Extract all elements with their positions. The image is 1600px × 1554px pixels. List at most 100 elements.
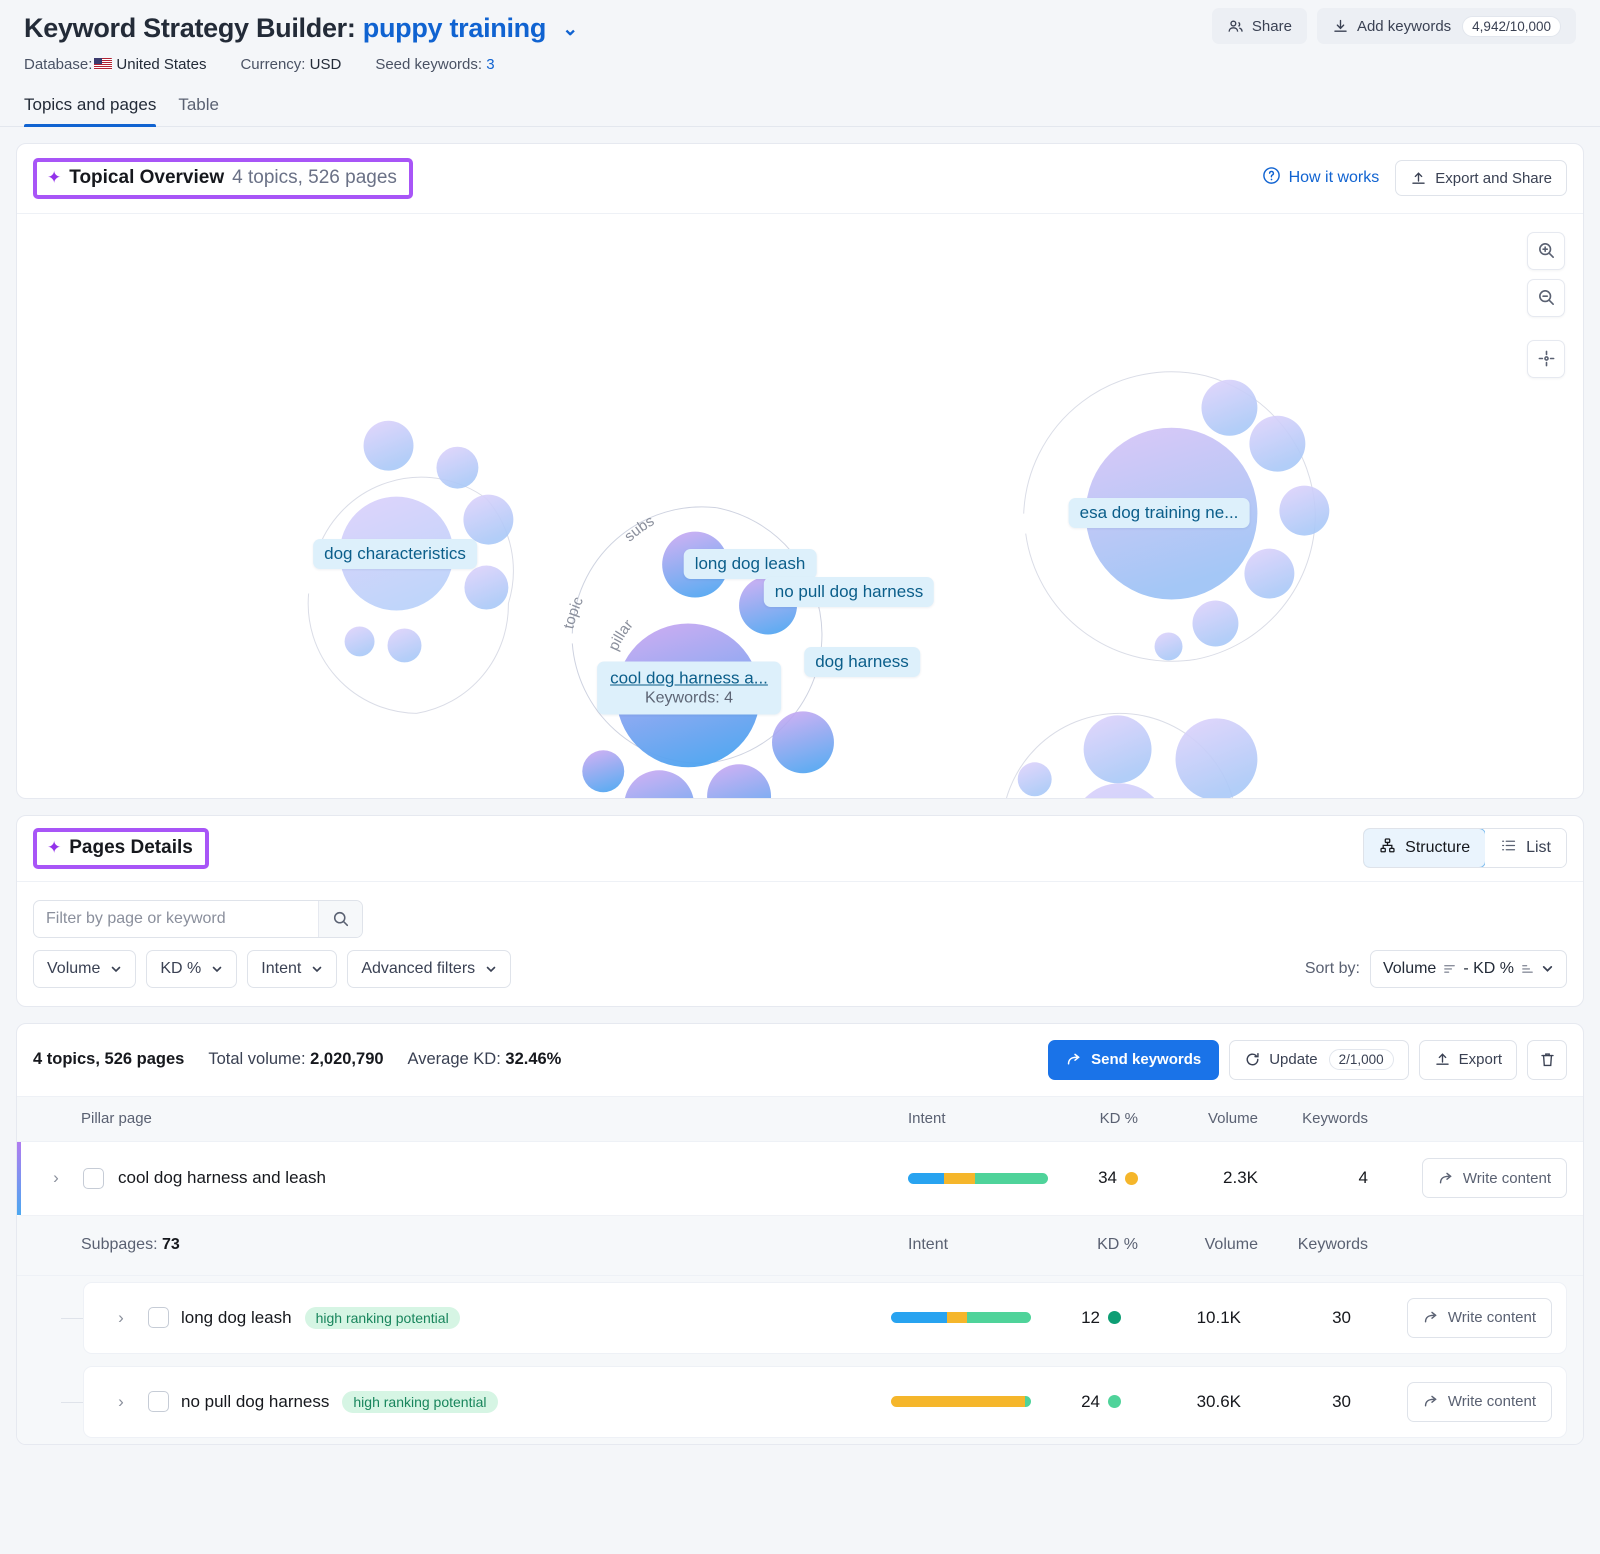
share-button[interactable]: Share	[1211, 8, 1307, 44]
filter-kd-label: KD %	[160, 959, 202, 977]
kd-status-dot	[1108, 1395, 1121, 1409]
row-checkbox[interactable]	[83, 1167, 104, 1189]
row-kd-value: 12	[1081, 1307, 1100, 1327]
send-keywords-button[interactable]: Send keywords	[1048, 1039, 1220, 1080]
graph-node-label-cool-dog-harness-and-leash[interactable]: cool dog harness a... Keywords: 4	[597, 661, 781, 715]
view-list-button[interactable]: List	[1485, 829, 1566, 868]
write-content-label: Write content	[1447, 1393, 1536, 1411]
row-volume: 30.6K	[1196, 1391, 1241, 1411]
expand-chevron-icon[interactable]: ›	[108, 1392, 134, 1412]
share-arrow-icon	[1424, 1311, 1437, 1323]
graph-node-label-esa-dog-training[interactable]: esa dog training ne...	[1068, 497, 1250, 528]
question-circle-icon	[1262, 166, 1281, 190]
intent-segment-transactional	[1025, 1396, 1031, 1408]
intent-segment-commercial	[944, 1172, 976, 1184]
delete-button[interactable]	[1527, 1039, 1567, 1080]
table-row[interactable]: › cool dog harness and leash 34 2.3K 4 W…	[17, 1141, 1583, 1216]
column-pillar-page: Pillar page	[81, 1110, 152, 1128]
seed-keywords-value[interactable]: 3	[486, 56, 494, 73]
expand-chevron-icon[interactable]: ›	[108, 1308, 134, 1328]
search-input[interactable]	[34, 900, 318, 937]
tab-topics-and-pages[interactable]: Topics and pages	[24, 95, 157, 127]
refresh-icon	[1246, 1053, 1259, 1066]
expand-chevron-icon[interactable]: ›	[43, 1168, 69, 1188]
subpages-count: 73	[161, 1236, 180, 1254]
filter-kd[interactable]: KD %	[146, 949, 238, 988]
filter-volume[interactable]: Volume	[33, 949, 137, 988]
graph-node-label-no-pull-dog-harness[interactable]: no pull dog harness	[763, 576, 935, 607]
row-name-label: no pull dog harness	[181, 1391, 330, 1411]
status-badge: high ranking potential	[342, 1390, 498, 1413]
status-badge: high ranking potential	[304, 1306, 460, 1329]
seed-keywords-label: Seed keywords:	[375, 55, 483, 73]
table-row[interactable]: › no pull dog harness high ranking poten…	[83, 1365, 1567, 1438]
share-arrow-icon	[1424, 1395, 1437, 1407]
zoom-in-icon[interactable]	[1527, 231, 1565, 270]
results-card: 4 topics, 526 pages Total volume: 2,020,…	[16, 1022, 1584, 1445]
row-checkbox[interactable]	[148, 1307, 169, 1329]
row-name-label: cool dog harness and leash	[118, 1168, 326, 1188]
graph-node-link[interactable]: cool dog harness a...	[610, 668, 768, 688]
stats-summary: 4 topics, 526 pages Total volume: 2,020,…	[33, 1050, 561, 1069]
export-label: Export	[1458, 1051, 1502, 1069]
subcolumn-keywords: Keywords	[1297, 1236, 1368, 1254]
row-intent	[891, 1396, 1041, 1408]
currency-value: USD	[309, 55, 342, 73]
subpages-header: Subpages: 73 Intent KD % Volume Keywords	[17, 1215, 1583, 1276]
column-kd: KD %	[1099, 1110, 1138, 1128]
tab-table[interactable]: Table	[178, 95, 219, 126]
row-checkbox[interactable]	[148, 1391, 169, 1413]
write-content-button[interactable]: Write content	[1406, 1381, 1552, 1422]
chevron-down-icon	[112, 966, 121, 972]
row-kd: 34	[1058, 1168, 1138, 1188]
graph-node-label-long-dog-leash[interactable]: long dog leash	[683, 548, 817, 579]
intent-segment-informational	[908, 1172, 945, 1184]
graph-zoom-controls	[1527, 231, 1565, 378]
chevron-down-icon[interactable]: ⌄	[562, 19, 578, 41]
share-arrow-icon	[1067, 1053, 1080, 1065]
topical-overview-graph[interactable]: topic subs pillar dog characteristics lo…	[17, 212, 1583, 798]
pages-details-card: ✦ Pages Details Structure List Filter by…	[16, 814, 1584, 1007]
stats-total-volume-label: Total volume:	[208, 1050, 306, 1069]
search-icon[interactable]	[318, 900, 362, 937]
download-icon	[1332, 18, 1349, 35]
chevron-down-icon	[486, 966, 496, 972]
filter-advanced[interactable]: Advanced filters	[347, 949, 512, 988]
database-label: Database:	[24, 55, 93, 73]
view-structure-button[interactable]: Structure	[1364, 829, 1487, 868]
row-keywords: 30	[1332, 1391, 1351, 1411]
sort-select[interactable]: Volume - KD %	[1369, 949, 1567, 988]
topical-overview-subtitle: 4 topics, 526 pages	[232, 166, 397, 188]
table-row[interactable]: › long dog leash high ranking potential	[83, 1281, 1567, 1354]
view-structure-label: Structure	[1405, 839, 1471, 857]
trash-icon	[1540, 1053, 1554, 1067]
export-button[interactable]: Export	[1418, 1039, 1517, 1080]
page-title-keyword[interactable]: puppy training	[363, 13, 547, 43]
update-button[interactable]: Update 2/1,000	[1229, 1039, 1409, 1080]
tab-bar: Topics and pages Table	[0, 95, 1600, 127]
write-content-button[interactable]: Write content	[1406, 1297, 1552, 1338]
filter-intent-label: Intent	[261, 959, 302, 977]
sort-control: Sort by: Volume - KD %	[1305, 949, 1567, 988]
write-content-button[interactable]: Write content	[1421, 1158, 1567, 1199]
topical-overview-title-highlight: ✦ Topical Overview 4 topics, 526 pages	[33, 157, 413, 199]
how-it-works-link[interactable]: How it works	[1262, 166, 1380, 190]
export-and-share-button[interactable]: Export and Share	[1395, 160, 1567, 197]
chevron-down-icon	[212, 966, 222, 972]
how-it-works-label: How it works	[1288, 169, 1380, 187]
graph-node-label-dog-characteristics[interactable]: dog characteristics	[313, 538, 477, 569]
chevron-down-icon	[313, 966, 322, 972]
add-keywords-button[interactable]: Add keywords 4,942/10,000	[1316, 8, 1576, 44]
stats-average-kd-value: 32.46%	[505, 1050, 562, 1069]
search-box[interactable]	[33, 899, 363, 938]
pages-details-header: ✦ Pages Details Structure List	[17, 816, 1583, 881]
subcolumn-intent: Intent	[908, 1236, 949, 1254]
zoom-out-icon[interactable]	[1527, 278, 1565, 317]
graph-node-label-dog-harness[interactable]: dog harness	[804, 646, 920, 677]
write-content-label: Write content	[1447, 1309, 1536, 1327]
view-list-label: List	[1526, 839, 1551, 857]
database-value: United States	[116, 55, 207, 73]
recenter-icon[interactable]	[1527, 339, 1565, 378]
column-volume: Volume	[1207, 1110, 1258, 1128]
filter-intent[interactable]: Intent	[247, 949, 338, 988]
